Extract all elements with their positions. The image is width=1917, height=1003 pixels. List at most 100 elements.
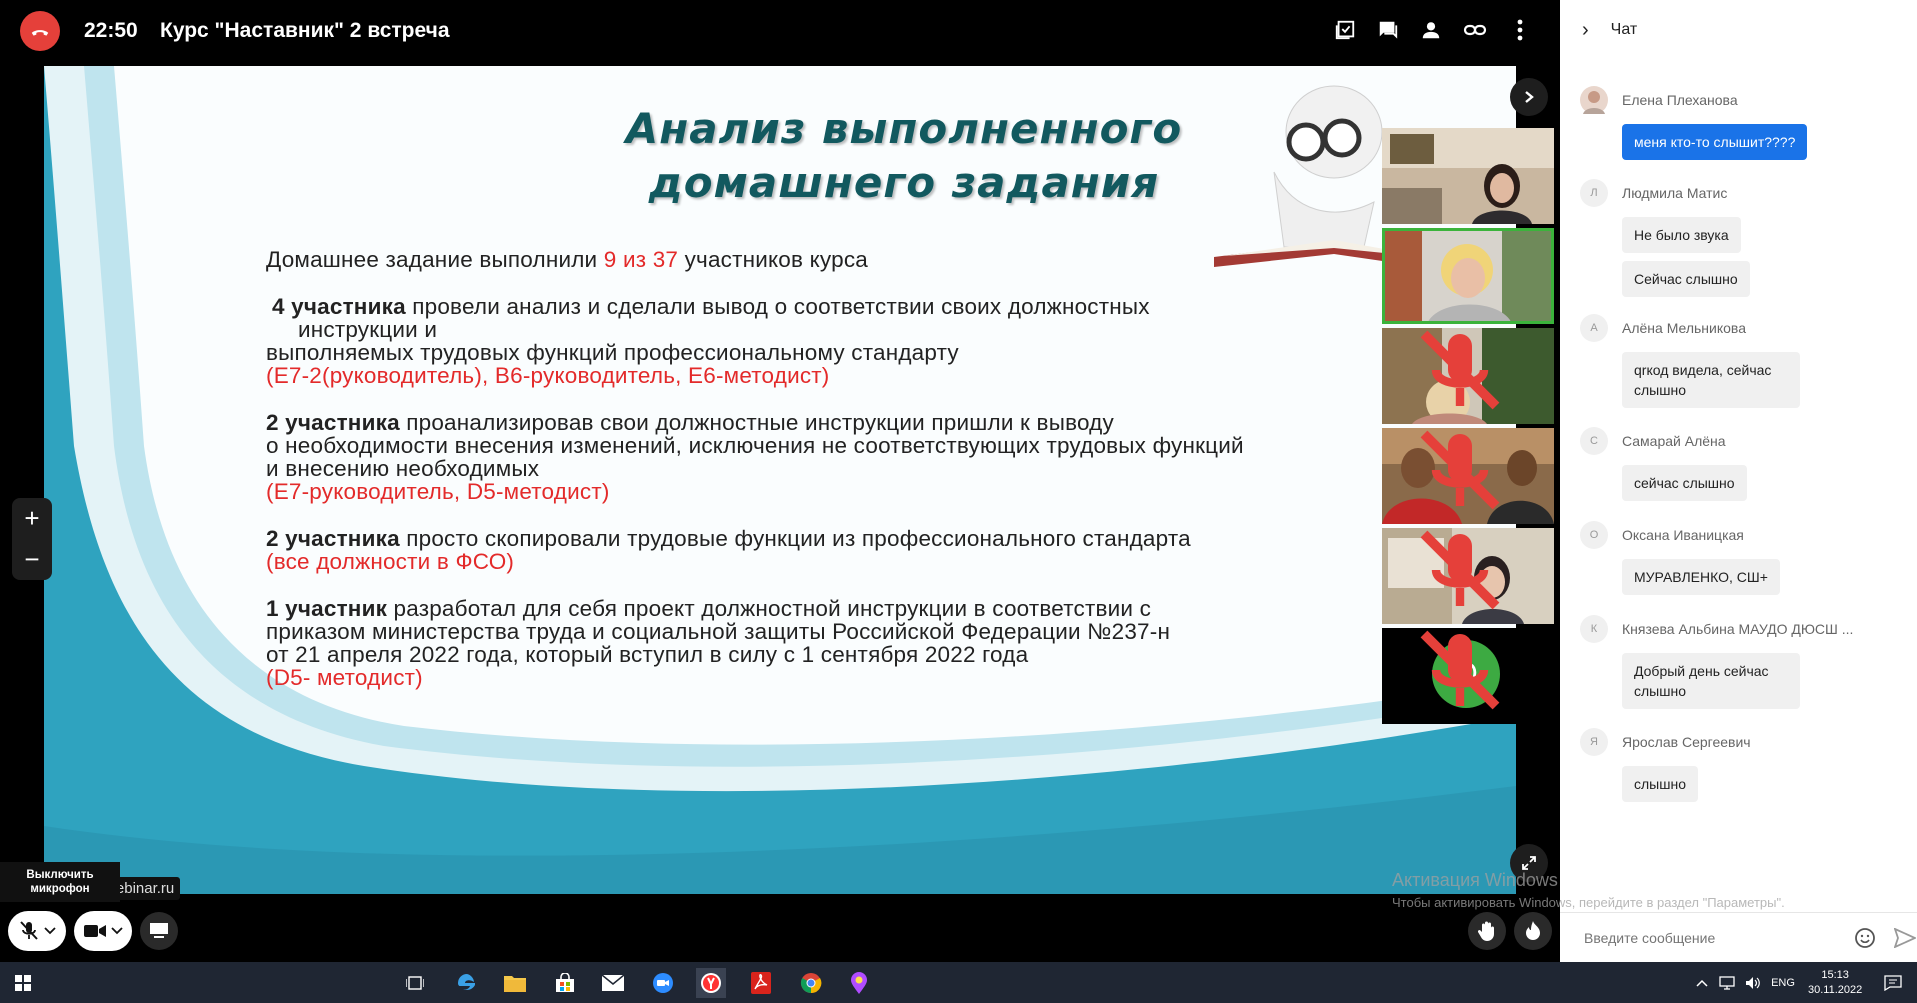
task-view-icon[interactable] — [400, 968, 430, 998]
emoji-icon[interactable] — [1854, 927, 1876, 949]
slide-paragraph-5: 1 участник разработал для себя проект до… — [266, 597, 1366, 689]
user-initial-avatar: С — [1580, 427, 1608, 455]
slide-paragraph-4: 2 участника просто скопировали трудовые … — [266, 527, 1366, 573]
chat-header: › Чат — [1560, 0, 1917, 60]
mic-tooltip: Выключить микрофон — [0, 862, 120, 902]
meeting-title: Курс "Наставник" 2 встреча — [160, 19, 450, 42]
collapse-videos-button[interactable] — [1510, 78, 1548, 116]
chat-message-input[interactable] — [1584, 929, 1834, 946]
p5-line-3: от 21 апреля 2022 года, который вступил … — [266, 642, 1029, 667]
message-text: Не было звука — [1622, 217, 1741, 253]
windows-taskbar: ENG 15:13 30.11.2022 — [0, 962, 1917, 1003]
edge-browser-icon[interactable] — [452, 968, 482, 998]
link-icon[interactable] — [1461, 16, 1489, 44]
zoom-out-button[interactable]: − — [12, 539, 52, 580]
windows-activation-watermark: Активация Windows Чтобы активировать Win… — [1392, 870, 1912, 910]
message-text: МУРАВЛЕНКО, СШ+ — [1622, 559, 1780, 595]
message-author: Людмила Матис — [1622, 185, 1728, 201]
acrobat-reader-icon[interactable] — [746, 968, 776, 998]
chat-message: А Алёна Мельникова qrкод видела, сейчас … — [1580, 312, 1910, 408]
p2-line-1: провели анализ и сделали вывод о соответ… — [405, 294, 1150, 319]
p2-line-3: выполняемых трудовых функций профессиона… — [266, 340, 959, 365]
chat-message: О Оксана Иваницкая МУРАВЛЕНКО, СШ+ — [1580, 519, 1910, 595]
presentation-slide: Анализ выполненного домашнего задания До… — [44, 66, 1516, 894]
system-date: 30.11.2022 — [1808, 984, 1863, 996]
p2-line-2: инструкции и — [298, 317, 438, 342]
video-camera-icon — [84, 925, 106, 937]
participant-video-1[interactable] — [1382, 128, 1554, 224]
p1-of: из — [616, 247, 653, 272]
network-icon[interactable] — [1716, 968, 1738, 998]
more-options-icon[interactable] — [1506, 16, 1534, 44]
system-clock[interactable]: 15:13 30.11.2022 — [1808, 968, 1862, 998]
mic-off-icon — [1420, 430, 1500, 510]
chat-message: К Князева Альбина МАУДО ДЮСШ ... Добрый … — [1580, 613, 1910, 709]
p1-text-end: участников курса — [678, 247, 868, 272]
raise-hand-button[interactable] — [1468, 912, 1506, 950]
hand-icon — [1477, 921, 1494, 941]
user-initial-avatar: А — [1580, 314, 1608, 342]
top-bar: 22:50 Курс "Наставник" 2 встреча — [0, 0, 1560, 60]
p5-line-2: приказом министерства труда и социальной… — [266, 619, 1171, 644]
windows-start-icon[interactable] — [8, 968, 38, 998]
chevron-down-icon[interactable] — [111, 927, 123, 935]
volume-icon[interactable] — [1742, 968, 1764, 998]
slide-paragraph-2: 4 участника провели анализ и сделали выв… — [266, 295, 1366, 387]
mail-icon[interactable] — [598, 968, 628, 998]
mic-off-icon — [1420, 530, 1500, 610]
p3-line-2: о необходимости внесения изменений, искл… — [266, 433, 1244, 458]
message-text: слышно — [1622, 766, 1698, 802]
message-text: сейчас слышно — [1622, 465, 1747, 501]
p5-line-1: разработал для себя проект должностной и… — [387, 596, 1152, 621]
user-photo-avatar — [1580, 86, 1608, 114]
chat-message: Л Людмила Матис Не было звука Сейчас слы… — [1580, 177, 1910, 297]
participants-icon[interactable] — [1417, 16, 1445, 44]
user-initial-avatar: Я — [1580, 728, 1608, 756]
participant-video-4[interactable] — [1382, 428, 1554, 524]
participant-video-5[interactable] — [1382, 528, 1554, 624]
message-text: qrкод видела, сейчас слышно — [1622, 352, 1800, 408]
message-author: Оксана Иваницкая — [1622, 527, 1744, 543]
participant-video-6[interactable]: О — [1382, 628, 1554, 724]
end-call-button[interactable] — [20, 11, 60, 51]
chevron-right-icon[interactable]: › — [1582, 19, 1589, 42]
reactions-button[interactable] — [1514, 912, 1552, 950]
chat-icon[interactable] — [1374, 16, 1402, 44]
maps-pin-icon[interactable] — [844, 968, 874, 998]
message-author: Князева Альбина МАУДО ДЮСШ ... — [1622, 621, 1854, 637]
screen-share-button[interactable] — [140, 912, 178, 950]
zoom-control: + − — [12, 498, 52, 580]
store-icon[interactable] — [550, 968, 580, 998]
notifications-icon[interactable] — [1880, 968, 1906, 998]
p5-red: (D5- методист) — [266, 665, 423, 690]
microphone-toggle[interactable] — [8, 911, 66, 951]
participant-video-2[interactable] — [1382, 228, 1554, 324]
p4-line-1: просто скопировали трудовые функции из п… — [399, 526, 1191, 551]
poll-icon[interactable] — [1331, 16, 1359, 44]
message-text: меня кто-то слышит???? — [1622, 124, 1808, 160]
activation-title: Активация Windows — [1392, 870, 1558, 890]
presentation-stage: Анализ выполненного домашнего задания До… — [0, 60, 1560, 894]
participant-video-3[interactable] — [1382, 328, 1554, 424]
message-author: Елена Плеханова — [1622, 92, 1738, 108]
user-initial-avatar: К — [1580, 615, 1608, 643]
chrome-icon[interactable] — [796, 968, 826, 998]
send-icon[interactable] — [1894, 927, 1916, 948]
system-time: 15:13 — [1821, 969, 1849, 981]
zoom-in-button[interactable]: + — [12, 498, 52, 539]
chevron-down-icon[interactable] — [44, 927, 56, 935]
slide-body: Домашнее задание выполнили 9 из 37 участ… — [266, 248, 1366, 713]
file-explorer-icon[interactable] — [500, 968, 530, 998]
language-indicator[interactable]: ENG — [1766, 968, 1800, 998]
message-author: Самарай Алёна — [1622, 433, 1726, 449]
bottom-controls — [0, 894, 1560, 962]
yandex-browser-icon[interactable] — [696, 968, 726, 998]
camera-toggle[interactable] — [74, 911, 132, 951]
p1-count: 9 — [603, 247, 617, 272]
activation-subtitle: Чтобы активировать Windows, перейдите в … — [1392, 895, 1785, 910]
mic-off-icon — [1420, 630, 1500, 710]
user-initial-avatar: Л — [1580, 179, 1608, 207]
p4-bold: 2 участника — [266, 526, 400, 551]
zoom-app-icon[interactable] — [648, 968, 678, 998]
tray-chevron-up-icon[interactable] — [1692, 968, 1712, 998]
